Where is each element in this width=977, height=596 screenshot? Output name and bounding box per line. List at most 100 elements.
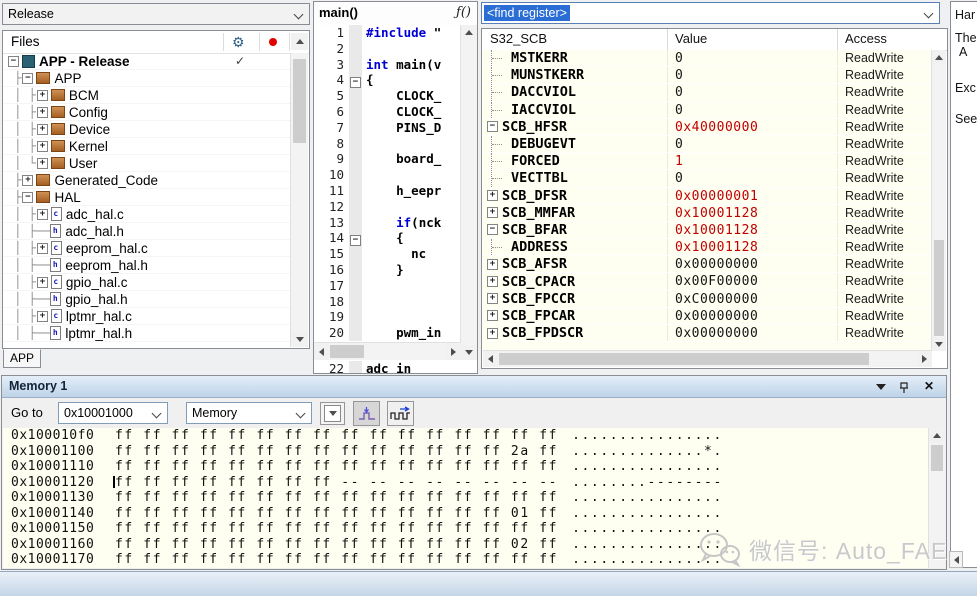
memory-row[interactable]: 0x10001140 ff ff ff ff ff ff ff ff ff ff…	[3, 506, 945, 522]
fold-margin[interactable]	[349, 199, 362, 215]
memory-bytes[interactable]: ff ff ff ff ff ff ff ff ff ff ff ff ff f…	[115, 537, 558, 553]
tree-scroll-up-button[interactable]	[291, 33, 308, 50]
info-panel-scroll-left-button[interactable]	[949, 551, 963, 568]
memory-row[interactable]: 0x10001150 ff ff ff ff ff ff ff ff ff ff…	[3, 521, 945, 537]
column-header-access[interactable]: Access	[838, 29, 947, 50]
register-vscrollbar[interactable]	[931, 50, 946, 351]
memory-bytes[interactable]: ff ff ff ff ff ff ff ff -- -- -- -- -- -…	[115, 475, 558, 491]
memory-ascii[interactable]: ........--------	[572, 475, 723, 491]
memory-ascii[interactable]: ................	[572, 459, 723, 475]
goto-address-combo[interactable]: 0x10001000	[58, 402, 168, 424]
tree-expand-box[interactable]: +	[22, 175, 33, 186]
update-once-button[interactable]	[353, 401, 380, 426]
tree-item[interactable]: │ ├── h gpio_hal.h	[3, 291, 291, 308]
register-hscrollbar-thumb[interactable]	[499, 353, 869, 365]
tree-item[interactable]: │ ├── h eeprom_hal.h	[3, 257, 291, 274]
memory-view-combo[interactable]: Memory	[186, 402, 312, 424]
fold-margin[interactable]	[349, 41, 362, 57]
register-expand-box[interactable]: +	[487, 190, 498, 201]
register-expand-box[interactable]: −	[487, 224, 498, 235]
memory-ascii[interactable]: ................	[572, 521, 723, 537]
editor-scroll-left-button[interactable]	[314, 343, 329, 360]
fold-margin[interactable]	[349, 183, 362, 199]
tree-expand-box[interactable]: +	[37, 141, 48, 152]
memory-bytes[interactable]: ff ff ff ff ff ff ff ff ff ff ff ff ff f…	[115, 521, 558, 537]
tree-item[interactable]: │ ├ + c gpio_hal.c	[3, 274, 291, 291]
register-value[interactable]: 0x00F00000	[668, 273, 838, 289]
register-scroll-up-button[interactable]	[932, 50, 946, 64]
editor-scroll-up-button[interactable]	[461, 25, 477, 40]
tree-expand-box[interactable]: +	[37, 209, 48, 220]
memory-row[interactable]: 0x10001100 ff ff ff ff ff ff ff ff ff ff…	[3, 444, 945, 460]
memory-vscrollbar-thumb[interactable]	[931, 445, 943, 471]
tree-expand-box[interactable]: −	[8, 56, 19, 67]
fold-margin[interactable]	[349, 309, 362, 325]
register-row[interactable]: + SCB_AFSR 0x00000000 ReadWrite	[482, 256, 932, 273]
fold-margin[interactable]	[349, 262, 362, 278]
tree-item[interactable]: ├ + Generated_Code	[3, 172, 291, 189]
memory-scroll-up-button[interactable]	[929, 428, 945, 443]
register-value[interactable]: 0	[668, 67, 838, 83]
memory-bytes[interactable]: ff ff ff ff ff ff ff ff ff ff ff ff ff f…	[115, 506, 558, 522]
tree-scrollbar-thumb[interactable]	[293, 59, 306, 143]
memory-row[interactable]: 0x10001160 ff ff ff ff ff ff ff ff ff ff…	[3, 537, 945, 553]
tree-item[interactable]: ├ − APP	[3, 70, 291, 87]
tree-item[interactable]: │ ├ + Device	[3, 121, 291, 138]
register-row[interactable]: ADDRESS 0x10001128 ReadWrite	[482, 239, 932, 256]
register-expand-box[interactable]: +	[487, 259, 498, 270]
gear-icon[interactable]: ⚙	[232, 32, 245, 52]
register-row[interactable]: DEBUGEVT 0 ReadWrite	[482, 136, 932, 153]
fold-box-icon[interactable]: −	[350, 235, 361, 246]
build-config-selector[interactable]: Release	[2, 3, 310, 25]
fold-margin[interactable]	[349, 57, 362, 73]
tree-item[interactable]: │ ├ + c adc_hal.c	[3, 206, 291, 223]
editor-scroll-down-button[interactable]	[461, 345, 477, 360]
memory-row[interactable]: 0x10001170 ff ff ff ff ff ff ff ff ff ff…	[3, 552, 945, 568]
fold-margin[interactable]	[349, 215, 362, 231]
register-value[interactable]: 1	[668, 153, 838, 169]
tree-expand-box[interactable]: −	[22, 73, 33, 84]
tree-item[interactable]: │ ├── h adc_hal.h	[3, 223, 291, 240]
register-row[interactable]: + SCB_FPCCR 0xC0000000 ReadWrite	[482, 291, 932, 308]
register-expand-box[interactable]: +	[487, 310, 498, 321]
register-value[interactable]: 0	[668, 136, 838, 152]
register-scroll-down-button[interactable]	[932, 337, 946, 351]
tree-expand-box[interactable]: +	[37, 158, 48, 169]
register-value[interactable]: 0	[668, 170, 838, 186]
editor-hscrollbar-thumb[interactable]	[330, 345, 364, 358]
register-row[interactable]: + SCB_FPDSCR 0x00000000 ReadWrite	[482, 325, 932, 342]
fold-margin[interactable]	[349, 278, 362, 294]
tree-item[interactable]: │ ├ + BCM	[3, 87, 291, 104]
tree-expand-box[interactable]: +	[37, 90, 48, 101]
register-hscrollbar[interactable]	[483, 350, 932, 367]
breakpoint-dot-icon[interactable]	[269, 38, 277, 46]
fold-box-icon[interactable]: −	[350, 77, 361, 88]
memory-bytes[interactable]: ff ff ff ff ff ff ff ff ff ff ff ff ff f…	[115, 490, 558, 506]
column-header-group[interactable]: S32_SCB	[482, 29, 668, 50]
register-value[interactable]: 0xC0000000	[668, 291, 838, 307]
memory-bytes[interactable]: ff ff ff ff ff ff ff ff ff ff ff ff ff f…	[115, 459, 558, 475]
register-expand-box[interactable]: +	[487, 276, 498, 287]
tree-scroll-down-button[interactable]	[291, 331, 308, 347]
find-register-combo[interactable]: <find register>	[481, 2, 940, 24]
memory-vscrollbar[interactable]	[928, 428, 945, 568]
tree-item[interactable]: │ ├ + c lptmr_hal.c	[3, 308, 291, 325]
fold-margin[interactable]	[349, 151, 362, 167]
memory-row[interactable]: 0x10001120 ff ff ff ff ff ff ff ff -- --…	[3, 475, 945, 491]
register-row[interactable]: + SCB_CPACR 0x00F00000 ReadWrite	[482, 273, 932, 290]
editor-vscrollbar[interactable]	[460, 25, 477, 360]
register-value[interactable]: 0x10001128	[668, 239, 838, 255]
fold-margin[interactable]	[349, 104, 362, 120]
fold-margin[interactable]	[349, 88, 362, 104]
tree-item[interactable]: │ └ + User	[3, 155, 291, 172]
tree-expand-box[interactable]: +	[37, 277, 48, 288]
register-row[interactable]: MSTKERR 0 ReadWrite	[482, 50, 932, 67]
fold-margin[interactable]	[349, 246, 362, 262]
live-update-button[interactable]	[387, 401, 414, 426]
function-list-icon[interactable]: ƒ()	[456, 2, 471, 23]
fold-margin[interactable]	[349, 25, 362, 41]
register-row[interactable]: MUNSTKERR 0 ReadWrite	[482, 67, 932, 84]
tree-item[interactable]: │ ├ + Config	[3, 104, 291, 121]
register-value[interactable]: 0x40000000	[668, 119, 838, 135]
register-expand-box[interactable]: +	[487, 207, 498, 218]
